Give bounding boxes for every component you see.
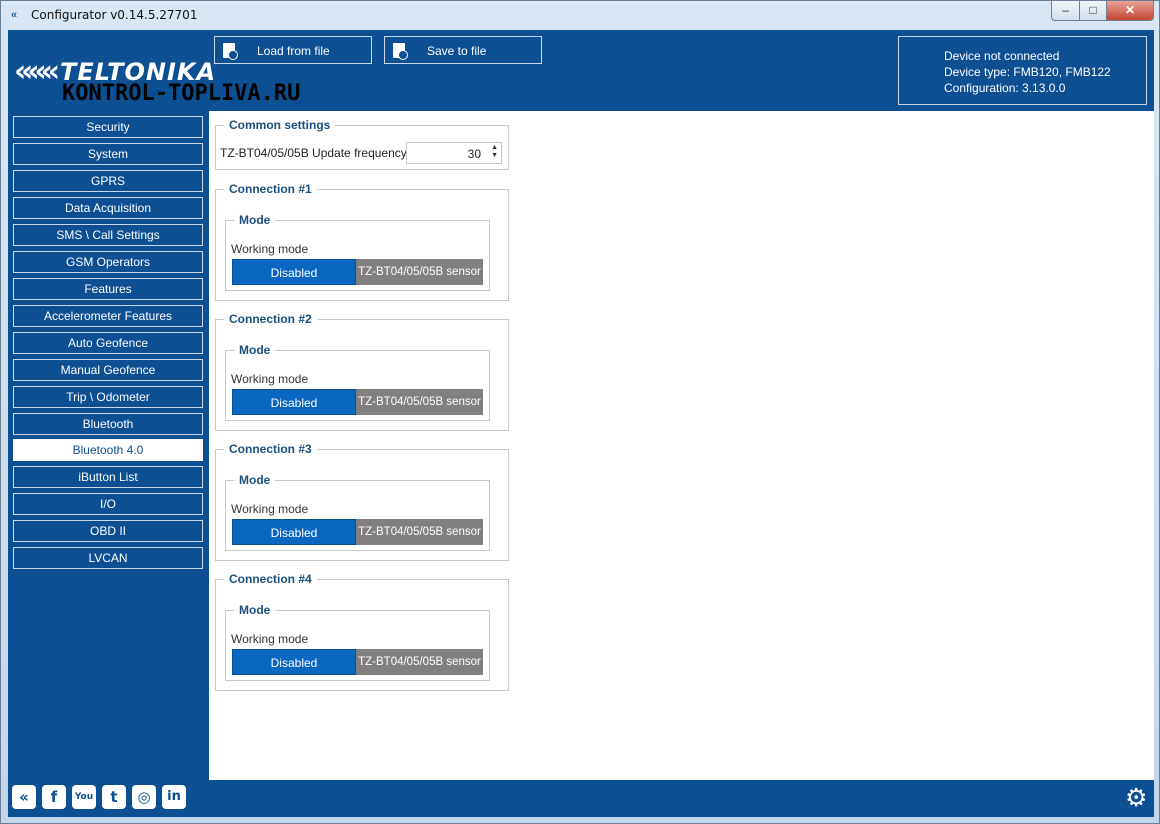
working-mode-sensor-option[interactable]: TZ-BT04/05/05B sensor [356, 649, 483, 675]
common-settings-group: Common settings TZ-BT04/05/05B Update fr… [215, 118, 509, 170]
working-mode-label: Working mode [231, 242, 309, 256]
gear-icon[interactable]: ⚙ [1125, 786, 1147, 811]
connection-4-group: Connection #4 Mode Working mode Disabled… [215, 572, 509, 691]
sidebar-item-trip-odometer[interactable]: Trip \ Odometer [13, 386, 203, 408]
connection-title: Connection #3 [224, 442, 317, 456]
sidebar-item-features[interactable]: Features [13, 278, 203, 300]
mode-title: Mode [234, 473, 276, 487]
close-button[interactable]: ✕ [1106, 1, 1154, 21]
update-frequency-stepper[interactable]: 30 ▲ ▼ [406, 142, 502, 164]
facebook-icon[interactable]: f [42, 785, 66, 809]
mode-title: Mode [234, 343, 276, 357]
linkedin-icon[interactable]: in [162, 785, 186, 809]
twitter-icon[interactable]: t [102, 785, 126, 809]
maximize-button[interactable]: □ [1079, 1, 1107, 21]
mode-group: Mode Working mode Disabled TZ-BT04/05/05… [225, 603, 490, 681]
load-from-file-button[interactable]: Load from file [214, 36, 372, 64]
sidebar-item-auto-geofence[interactable]: Auto Geofence [13, 332, 203, 354]
connection-2-group: Connection #2 Mode Working mode Disabled… [215, 312, 509, 431]
main-content: Common settings TZ-BT04/05/05B Update fr… [209, 111, 1154, 780]
load-from-file-label: Load from file [257, 44, 330, 58]
working-mode-sensor-option[interactable]: TZ-BT04/05/05B sensor [356, 389, 483, 415]
connection-title: Connection #1 [224, 182, 317, 196]
common-settings-title: Common settings [224, 118, 336, 132]
working-mode-disabled-option[interactable]: Disabled [232, 259, 356, 285]
sidebar-item-sms-call-settings[interactable]: SMS \ Call Settings [13, 224, 203, 246]
update-frequency-label: TZ-BT04/05/05B Update frequency [220, 146, 407, 160]
mode-group: Mode Working mode Disabled TZ-BT04/05/05… [225, 473, 490, 551]
working-mode-disabled-option[interactable]: Disabled [232, 649, 356, 675]
teltonika-icon[interactable]: « [12, 785, 36, 809]
sidebar-item-system[interactable]: System [13, 143, 203, 165]
instagram-icon[interactable]: ◎ [132, 785, 156, 809]
mode-title: Mode [234, 603, 276, 617]
connection-status: Device not connected [944, 49, 1060, 63]
sidebar-item-data-acquisition[interactable]: Data Acquisition [13, 197, 203, 219]
mode-title: Mode [234, 213, 276, 227]
working-mode-sensor-option[interactable]: TZ-BT04/05/05B sensor [356, 519, 483, 545]
sidebar-item-accelerometer-features[interactable]: Accelerometer Features [13, 305, 203, 327]
watermark-text: KONTROL-TOPLIVA.RU [62, 81, 301, 106]
save-to-file-label: Save to file [427, 44, 487, 58]
working-mode-label: Working mode [231, 372, 309, 386]
sidebar-item-security[interactable]: Security [13, 116, 203, 138]
load-file-icon [223, 43, 238, 60]
save-file-icon [393, 43, 408, 60]
minimize-button[interactable]: – [1051, 1, 1080, 21]
header: ««« TELTONIKA KONTROL-TOPLIVA.RU Load fr… [8, 30, 1154, 110]
sidebar-item-manual-geofence[interactable]: Manual Geofence [13, 359, 203, 381]
title-bar: « Configurator v0.14.5.27701 – □ ✕ [1, 1, 1159, 29]
working-mode-disabled-option[interactable]: Disabled [232, 519, 356, 545]
device-type: Device type: FMB120, FMB122 [944, 65, 1111, 79]
teltonika-mark-icon: ««« [14, 54, 60, 89]
connection-3-group: Connection #3 Mode Working mode Disabled… [215, 442, 509, 561]
sidebar-item-gprs[interactable]: GPRS [13, 170, 203, 192]
sidebar-item-bluetooth-4-0[interactable]: Bluetooth 4.0 [13, 439, 203, 461]
working-mode-sensor-option[interactable]: TZ-BT04/05/05B sensor [356, 259, 483, 285]
mode-group: Mode Working mode Disabled TZ-BT04/05/05… [225, 213, 490, 291]
sidebar-item-lvcan[interactable]: LVCAN [13, 547, 203, 569]
window-title: Configurator v0.14.5.27701 [31, 8, 198, 22]
working-mode-disabled-option[interactable]: Disabled [232, 389, 356, 415]
youtube-icon[interactable]: You [72, 785, 96, 809]
sidebar-item-obd-ii[interactable]: OBD II [13, 520, 203, 542]
sidebar-item-gsm-operators[interactable]: GSM Operators [13, 251, 203, 273]
sidebar-item-io[interactable]: I/O [13, 493, 203, 515]
stepper-arrows-icon[interactable]: ▲ ▼ [491, 144, 498, 160]
connection-title: Connection #2 [224, 312, 317, 326]
working-mode-label: Working mode [231, 502, 309, 516]
connection-1-group: Connection #1 Mode Working mode Disabled… [215, 182, 509, 301]
app-icon: « [11, 9, 18, 21]
app-client: ««« TELTONIKA KONTROL-TOPLIVA.RU Load fr… [8, 30, 1154, 817]
sidebar-item-ibutton-list[interactable]: iButton List [13, 466, 203, 488]
app-window: « Configurator v0.14.5.27701 – □ ✕ ««« T… [0, 0, 1160, 824]
mode-group: Mode Working mode Disabled TZ-BT04/05/05… [225, 343, 490, 421]
update-frequency-value: 30 [467, 147, 481, 161]
save-to-file-button[interactable]: Save to file [384, 36, 542, 64]
device-status-panel: Device not connected Device type: FMB120… [898, 36, 1147, 105]
connection-title: Connection #4 [224, 572, 317, 586]
configuration-version: Configuration: 3.13.0.0 [944, 81, 1066, 95]
sidebar-item-bluetooth[interactable]: Bluetooth [13, 413, 203, 435]
working-mode-label: Working mode [231, 632, 309, 646]
